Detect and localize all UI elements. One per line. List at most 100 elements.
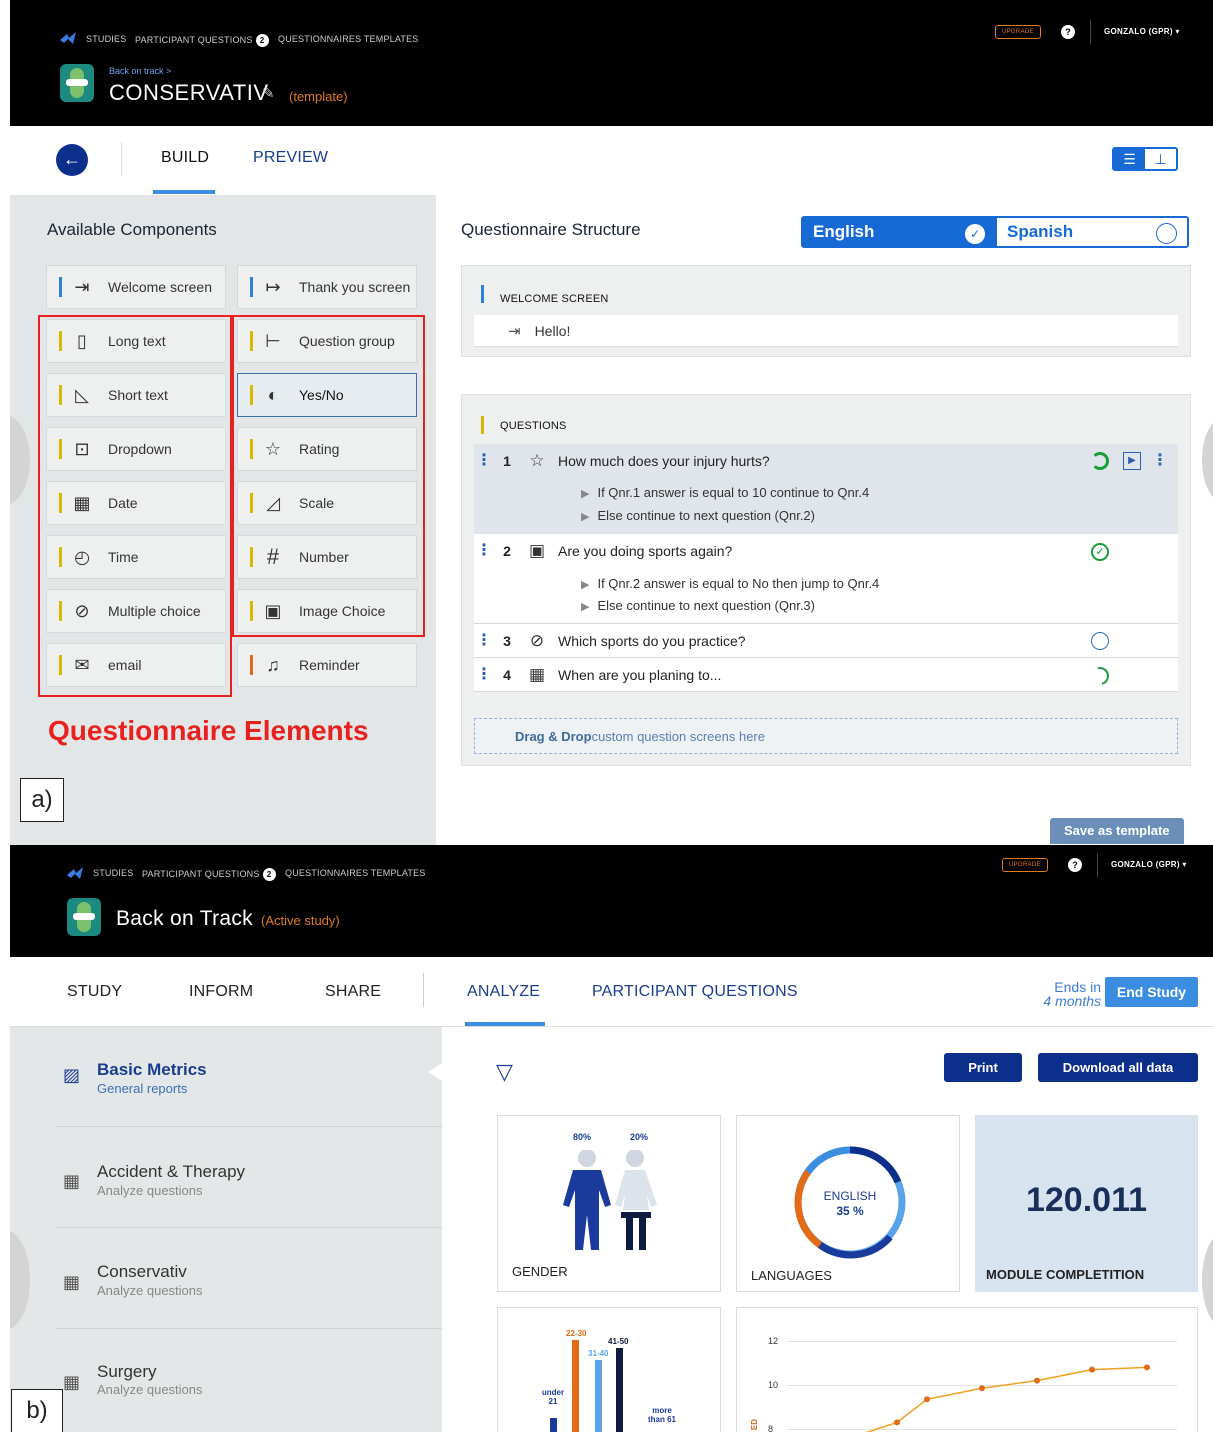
breadcrumb[interactable]: Back on track > bbox=[109, 66, 171, 76]
welcome-item[interactable]: ⇥ Hello! bbox=[474, 315, 1178, 347]
print-button[interactable]: Print bbox=[944, 1053, 1022, 1082]
edit-pencil-icon[interactable]: ✎ bbox=[262, 84, 275, 102]
question-row-1[interactable]: ⋮ 1 ☆ How much does your injury hurts? bbox=[474, 444, 1178, 478]
question-number: 4 bbox=[503, 666, 511, 683]
user-menu[interactable]: GONZALO (GPR) ▾ bbox=[1111, 860, 1187, 869]
tab-inform[interactable]: INFORM bbox=[189, 983, 253, 1001]
active-tab-indicator bbox=[465, 1022, 545, 1026]
arrow-icon: ▶ bbox=[581, 511, 590, 523]
nav-questionnaire-templates[interactable]: QUESTIONNAIRES TEMPLATES bbox=[285, 868, 426, 878]
age-label-41-50: 41-50 bbox=[608, 1337, 629, 1346]
app-logo-icon[interactable] bbox=[67, 867, 83, 879]
component-label: Thank you screen bbox=[299, 279, 411, 295]
female-percent: 20% bbox=[630, 1132, 649, 1142]
gender-label: GENDER bbox=[512, 1264, 568, 1279]
tab-preview[interactable]: PREVIEW bbox=[253, 149, 328, 167]
nav-participant-questions-label: PARTICIPANT QUESTIONS bbox=[135, 34, 253, 45]
drag-handle-icon[interactable]: ⋮ bbox=[474, 543, 494, 559]
age-label-31-40: 31-40 bbox=[588, 1349, 609, 1358]
user-menu[interactable]: GONZALO (GPR) ▾ bbox=[1104, 27, 1180, 36]
chevron-down-icon: ▾ bbox=[1175, 27, 1180, 36]
languages-center-label: ENGLISH bbox=[823, 1189, 877, 1203]
app-logo-icon[interactable] bbox=[60, 32, 76, 44]
upgrade-button[interactable]: UPGRADE bbox=[995, 25, 1041, 39]
line-chart-card: 12 10 8 ED bbox=[736, 1307, 1198, 1432]
drag-handle-icon[interactable]: ⋮ bbox=[474, 453, 494, 469]
chart-icon: ▨ bbox=[63, 1065, 81, 1085]
data-point bbox=[1144, 1364, 1150, 1371]
drag-drop-zone[interactable]: Drag & Drop custom question screens here bbox=[474, 718, 1178, 754]
sidebar-item-accident-therapy[interactable]: ▦ Accident & Therapy Analyze questions bbox=[55, 1128, 442, 1228]
drag-handle-icon[interactable]: ⋮ bbox=[474, 666, 494, 683]
tree-view-icon[interactable]: ⊥ bbox=[1145, 149, 1176, 169]
enter-icon: ⇥ bbox=[74, 276, 90, 297]
available-components-panel: Available Components ⇥ Welcome screen ↦ Th… bbox=[10, 195, 436, 845]
help-icon[interactable]: ? bbox=[1061, 25, 1075, 39]
data-point bbox=[979, 1385, 985, 1392]
logic-jump-icon[interactable]: ▶ bbox=[1123, 452, 1141, 470]
sidebar-item-subtitle: General reports bbox=[97, 1081, 188, 1096]
check-circle-icon: ⊘ bbox=[529, 630, 545, 650]
save-as-template-button[interactable]: Save as template bbox=[1050, 818, 1184, 844]
question-text: When are you planing to... bbox=[558, 666, 722, 683]
tab-build[interactable]: BUILD bbox=[161, 149, 209, 167]
sidebar-item-conservativ[interactable]: ▦ Conservativ Analyze questions bbox=[55, 1229, 442, 1329]
user-name: GONZALO (GPR) bbox=[1111, 860, 1180, 869]
dropzone-bold-text: Drag & Drop bbox=[515, 728, 592, 744]
logic-rule: ▶ Else continue to next question (Qnr.2) bbox=[581, 508, 815, 523]
more-options-icon[interactable]: ⋮ bbox=[1152, 450, 1168, 470]
participant-questions-count-badge: 2 bbox=[255, 34, 269, 47]
tab-analyze[interactable]: ANALYZE bbox=[467, 983, 540, 1001]
template-tag: (template) bbox=[289, 89, 348, 104]
analyze-sidebar: ▨ Basic Metrics General reports ▦ Accide… bbox=[10, 1027, 442, 1432]
question-row-2[interactable]: ⋮ 2 ▣ Are you doing sports again? bbox=[474, 534, 1178, 568]
panel-b-tag: b) bbox=[11, 1389, 63, 1432]
nav-participant-questions[interactable]: PARTICIPANT QUESTIONS 2 bbox=[142, 868, 276, 881]
list-view-icon[interactable]: ☰ bbox=[1114, 149, 1145, 169]
language-toggle[interactable]: English ✓ Spanish bbox=[801, 216, 1189, 248]
panel-a-tag: a) bbox=[20, 778, 64, 822]
tab-study[interactable]: STUDY bbox=[67, 983, 122, 1001]
nav-participant-questions-label: PARTICIPANT QUESTIONS bbox=[142, 868, 260, 879]
nav-studies[interactable]: STUDIES bbox=[93, 868, 133, 878]
view-toggle[interactable]: ☰ ⊥ bbox=[1112, 147, 1178, 171]
nav-participant-questions[interactable]: PARTICIPANT QUESTIONS 2 bbox=[135, 34, 269, 47]
sidebar-item-basic-metrics[interactable]: ▨ Basic Metrics General reports bbox=[55, 1027, 442, 1127]
nav-questionnaire-templates[interactable]: QUESTIONNAIRES TEMPLATES bbox=[278, 34, 419, 44]
male-percent: 80% bbox=[573, 1132, 592, 1142]
series-line bbox=[865, 1366, 1148, 1432]
drag-handle-icon[interactable]: ⋮ bbox=[474, 632, 494, 649]
component-reminder[interactable]: ♫ Reminder bbox=[237, 643, 417, 687]
user-name: GONZALO (GPR) bbox=[1104, 27, 1173, 36]
component-thank-you-screen[interactable]: ↦ Thank you screen bbox=[237, 265, 417, 309]
question-row-3[interactable]: ⋮ 3 ⊘ Which sports do you practice? bbox=[474, 624, 1178, 658]
download-all-data-button[interactable]: Download all data bbox=[1038, 1053, 1198, 1082]
back-arrow-icon[interactable]: ← bbox=[56, 144, 88, 176]
data-point bbox=[894, 1419, 900, 1426]
upgrade-button[interactable]: UPGRADE bbox=[1002, 858, 1048, 872]
tab-participant-questions[interactable]: PARTICIPANT QUESTIONS bbox=[592, 983, 798, 1001]
lang-english-option[interactable]: English ✓ bbox=[803, 218, 997, 246]
question-row-4[interactable]: ⋮ 4 ▦ When are you planing to... bbox=[474, 658, 1178, 692]
help-icon[interactable]: ? bbox=[1068, 858, 1082, 872]
questions-section: QUESTIONS ⋮ 1 ☆ How much does your injur… bbox=[461, 394, 1191, 766]
module-completion-label: MODULE COMPLETITION bbox=[986, 1267, 1145, 1282]
end-study-button[interactable]: End Study bbox=[1105, 977, 1198, 1007]
tabbar-divider bbox=[423, 973, 424, 1007]
sidebar-item-surgery[interactable]: ▦ Surgery Analyze questions bbox=[55, 1330, 442, 1430]
page-title: CONSERVATIV bbox=[109, 80, 269, 105]
logic-rule-text: Else continue to next question (Qnr.2) bbox=[597, 508, 815, 523]
component-welcome-screen[interactable]: ⇥ Welcome screen bbox=[46, 265, 226, 309]
grid-icon: ▦ bbox=[63, 1372, 81, 1392]
filter-icon[interactable]: ▽ bbox=[496, 1059, 513, 1085]
topbar-divider bbox=[1090, 20, 1091, 44]
exit-icon: ↦ bbox=[265, 276, 281, 297]
chevron-down-icon: ▾ bbox=[1182, 860, 1187, 869]
lang-spanish-option[interactable]: Spanish bbox=[997, 218, 1187, 246]
logic-rule-text: If Qnr.1 answer is equal to 10 continue … bbox=[597, 485, 870, 500]
tab-share[interactable]: SHARE bbox=[325, 983, 381, 1001]
age-bar-22-30 bbox=[572, 1340, 579, 1432]
nav-studies[interactable]: STUDIES bbox=[86, 34, 126, 44]
question-number: 2 bbox=[503, 543, 511, 559]
complete-status-icon: ✓ bbox=[1091, 543, 1109, 561]
